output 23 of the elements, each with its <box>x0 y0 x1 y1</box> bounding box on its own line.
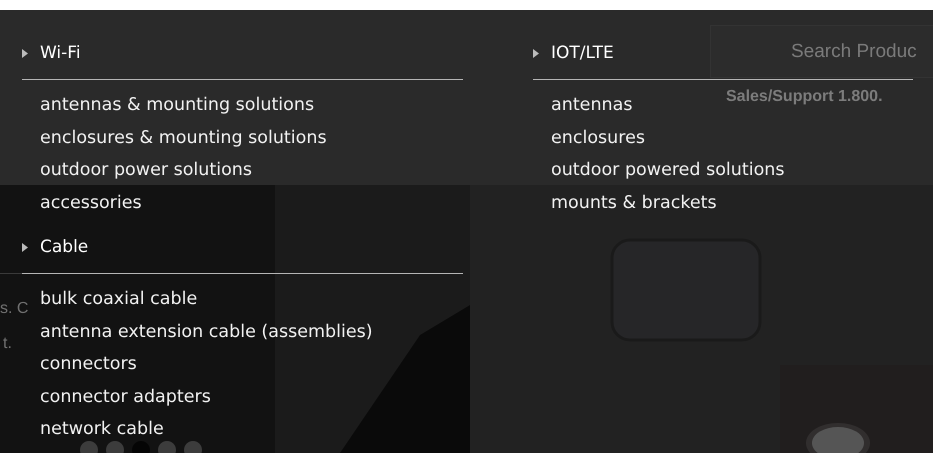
menu-item[interactable]: bulk coaxial cable <box>40 283 198 316</box>
search-field[interactable]: Search Produc <box>710 25 933 78</box>
menu-item[interactable]: network cable <box>40 413 164 446</box>
support-phone: Sales/Support 1.800. <box>726 87 884 107</box>
menu-heading[interactable]: Wi-Fi <box>40 41 81 65</box>
menu-item[interactable]: accessories <box>40 186 142 219</box>
menu-item[interactable]: antennas <box>551 89 632 122</box>
caret-icon <box>22 242 28 252</box>
menu-item[interactable]: antennas & mounting solutions <box>40 89 314 122</box>
menu-item[interactable]: outdoor powered solutions <box>551 154 784 186</box>
menu-item[interactable]: mounts & brackets <box>551 186 717 219</box>
menu-item[interactable]: enclosures & mounting solutions <box>40 122 327 154</box>
menu-item[interactable]: enclosures <box>551 122 645 154</box>
caret-icon <box>22 48 28 58</box>
caret-icon <box>533 48 539 58</box>
hero-text: s. C <box>0 299 28 319</box>
menu-heading[interactable]: Cable <box>40 235 88 259</box>
menu-item[interactable]: connectors <box>40 348 137 380</box>
menu-item[interactable]: antenna extension cable (assemblies) <box>40 316 373 348</box>
menu-item[interactable]: connector adapters <box>40 380 211 413</box>
menu-heading[interactable]: IOT/LTE <box>551 41 614 65</box>
menu-item[interactable]: outdoor power solutions <box>40 154 252 186</box>
hero-text: t. <box>2 334 12 354</box>
